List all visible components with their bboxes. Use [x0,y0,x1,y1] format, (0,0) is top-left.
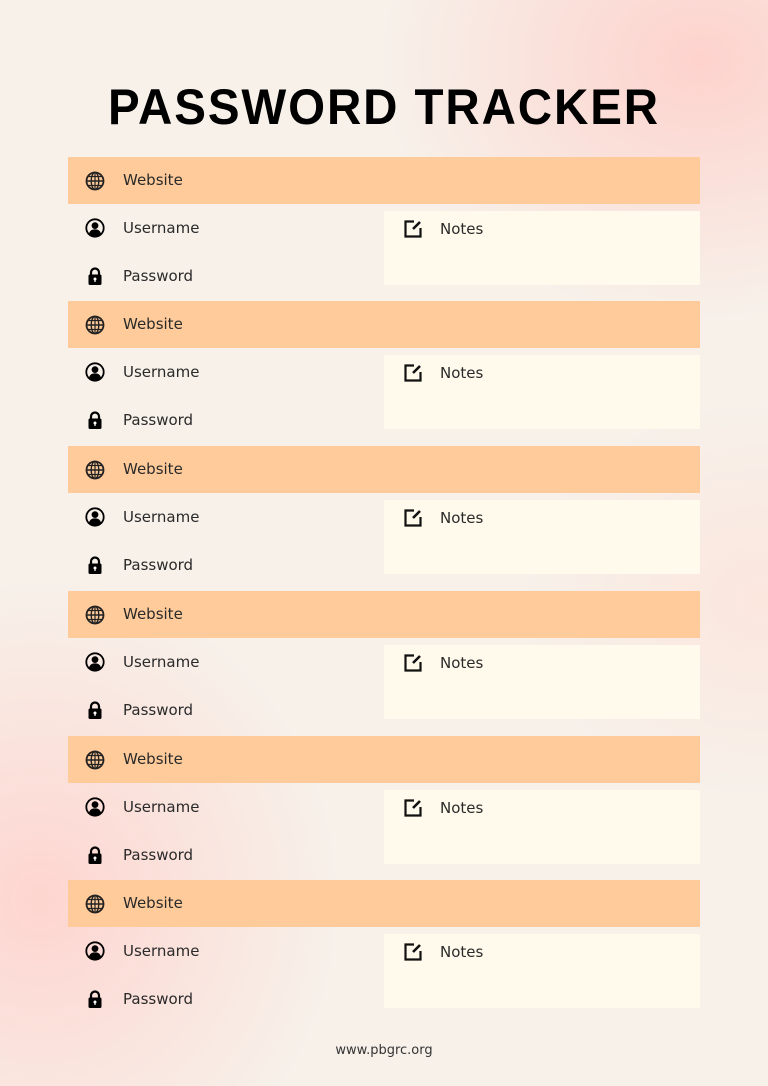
lock-icon [85,845,105,865]
notes-field[interactable]: Notes [384,500,700,574]
notes-field[interactable]: Notes [384,211,700,285]
password-entry: Website Username Password Notes [68,157,700,287]
username-label: Username [123,508,200,526]
username-label: Username [123,219,200,237]
page-title: PASSWORD TRACKER [107,79,661,135]
password-entry: Website Username Password Notes [68,301,700,431]
user-circle-icon [85,797,105,817]
lock-icon [85,700,105,720]
password-label: Password [123,701,194,719]
globe-icon [85,315,105,335]
website-label: Website [123,171,183,189]
username-label: Username [123,653,200,671]
website-field[interactable]: Website [68,157,700,204]
notes-label: Notes [440,943,484,961]
lock-icon [85,266,105,286]
footer-url: www.pbgrc.org [335,1043,433,1058]
username-label: Username [123,363,200,381]
user-circle-icon [85,218,105,238]
password-label: Password [123,846,194,864]
password-label: Password [123,267,194,285]
password-entry: Website Username Password Notes [68,591,700,721]
user-circle-icon [85,362,105,382]
notes-label: Notes [440,654,484,672]
username-label: Username [123,942,200,960]
edit-note-icon [403,653,423,673]
notes-field[interactable]: Notes [384,790,700,864]
edit-note-icon [403,798,423,818]
notes-label: Notes [440,509,484,527]
website-field[interactable]: Website [68,446,700,493]
website-label: Website [123,894,183,912]
edit-note-icon [403,508,423,528]
password-label: Password [123,411,194,429]
website-label: Website [123,460,183,478]
website-label: Website [123,315,183,333]
notes-label: Notes [440,220,484,238]
lock-icon [85,555,105,575]
user-circle-icon [85,652,105,672]
website-field[interactable]: Website [68,880,700,927]
lock-icon [85,410,105,430]
notes-field[interactable]: Notes [384,934,700,1008]
edit-note-icon [403,942,423,962]
notes-field[interactable]: Notes [384,645,700,719]
globe-icon [85,750,105,770]
globe-icon [85,460,105,480]
user-circle-icon [85,507,105,527]
password-entry: Website Username Password Notes [68,880,700,1010]
password-entry: Website Username Password Notes [68,736,700,866]
notes-label: Notes [440,364,484,382]
globe-icon [85,894,105,914]
website-field[interactable]: Website [68,591,700,638]
username-label: Username [123,798,200,816]
website-field[interactable]: Website [68,736,700,783]
password-label: Password [123,990,194,1008]
globe-icon [85,605,105,625]
edit-note-icon [403,363,423,383]
notes-label: Notes [440,799,484,817]
notes-field[interactable]: Notes [384,355,700,429]
lock-icon [85,989,105,1009]
website-field[interactable]: Website [68,301,700,348]
password-label: Password [123,556,194,574]
user-circle-icon [85,941,105,961]
edit-note-icon [403,219,423,239]
website-label: Website [123,750,183,768]
globe-icon [85,171,105,191]
website-label: Website [123,605,183,623]
password-entry: Website Username Password Notes [68,446,700,576]
